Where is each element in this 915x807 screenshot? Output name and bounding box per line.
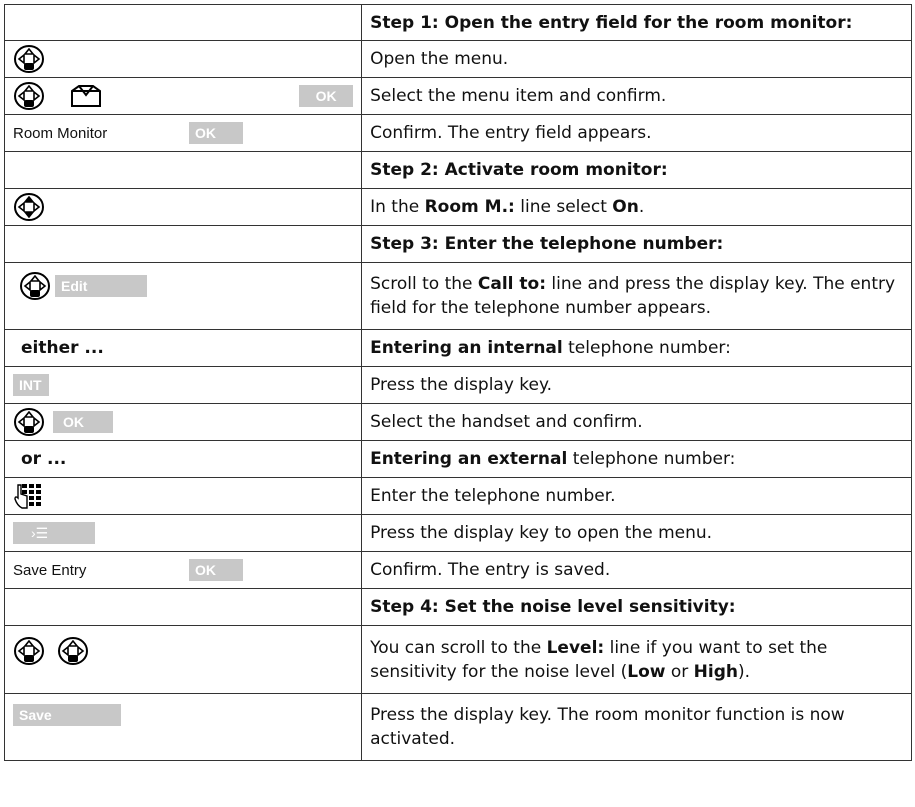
table-row: INT Press the display key. <box>3 366 912 404</box>
navigation-key-icon <box>14 637 44 665</box>
table-row: In the Room M.: line select On. <box>3 188 912 226</box>
row-text: Press the display key. <box>361 366 912 404</box>
row-text: Press the display key to open the menu. <box>361 514 912 552</box>
save-display-key[interactable]: Save <box>13 704 121 726</box>
envelope-menu-icon <box>71 85 101 107</box>
or-label: or ... <box>3 440 363 478</box>
navigation-key-icon <box>20 272 50 300</box>
row-text: Entering an internal telephone number: <box>361 329 912 367</box>
display-text-save-entry: Save Entry <box>13 561 87 579</box>
table-row: Step 4: Set the noise level sensitivity: <box>3 588 912 626</box>
row-text: Select the handset and confirm. <box>361 403 912 441</box>
table-row: or ... Entering an external telephone nu… <box>3 440 912 478</box>
either-label: either ... <box>3 329 363 367</box>
row-text: Select the menu item and confirm. <box>361 77 912 115</box>
menu-display-key[interactable]: ›☰ <box>13 522 95 544</box>
table-row: You can scroll to the Level: line if you… <box>3 625 912 694</box>
instruction-table: Step 1: Open the entry field for the roo… <box>3 4 912 761</box>
table-row: ›☰ Press the display key to open the men… <box>3 514 912 552</box>
row-text: Press the display key. The room monitor … <box>361 693 912 761</box>
step-1-header: Step 1: Open the entry field for the roo… <box>361 4 912 41</box>
row-text: Scroll to the Call to: line and press th… <box>361 262 912 330</box>
step-3-header: Step 3: Enter the telephone number: <box>361 225 912 263</box>
row-text: Enter the telephone number. <box>361 477 912 515</box>
table-row: Edit Scroll to the Call to: line and pre… <box>3 262 912 330</box>
row-text: Entering an external telephone number: <box>361 440 912 478</box>
edit-display-key[interactable]: Edit <box>55 275 147 297</box>
int-display-key[interactable]: INT <box>13 374 49 396</box>
table-row: Save Press the display key. The room mon… <box>3 693 912 761</box>
navigation-key-icon <box>14 193 44 221</box>
ok-display-key[interactable]: OK <box>189 122 243 144</box>
table-row: Step 3: Enter the telephone number: <box>3 225 912 263</box>
row-text: Confirm. The entry field appears. <box>361 114 912 152</box>
row-text: In the Room M.: line select On. <box>361 188 912 226</box>
table-row: Step 1: Open the entry field for the roo… <box>3 4 912 41</box>
table-row: Step 2: Activate room monitor: <box>3 151 912 189</box>
step-4-header: Step 4: Set the noise level sensitivity: <box>361 588 912 626</box>
ok-display-key[interactable]: OK <box>53 411 113 433</box>
table-row: OK Select the menu item and confirm. <box>3 77 912 115</box>
row-text: Confirm. The entry is saved. <box>361 551 912 589</box>
row-text: You can scroll to the Level: line if you… <box>361 625 912 694</box>
ok-display-key[interactable]: OK <box>189 559 243 581</box>
navigation-key-icon <box>14 82 44 110</box>
table-row: Save Entry OK Confirm. The entry is save… <box>3 551 912 589</box>
table-row: either ... Entering an internal telephon… <box>3 329 912 367</box>
row-text: Open the menu. <box>361 40 912 78</box>
table-row: Open the menu. <box>3 40 912 78</box>
step-2-header: Step 2: Activate room monitor: <box>361 151 912 189</box>
table-row: OK Select the handset and confirm. <box>3 403 912 441</box>
table-row: Enter the telephone number. <box>3 477 912 515</box>
ok-display-key[interactable]: OK <box>299 85 354 107</box>
display-text-room-monitor: Room Monitor <box>13 124 108 142</box>
table-row: Room Monitor OK Confirm. The entry field… <box>3 114 912 152</box>
navigation-key-icon <box>14 408 44 436</box>
keypad-icon <box>14 484 41 509</box>
navigation-key-icon <box>58 637 88 665</box>
navigation-key-icon <box>14 45 44 73</box>
